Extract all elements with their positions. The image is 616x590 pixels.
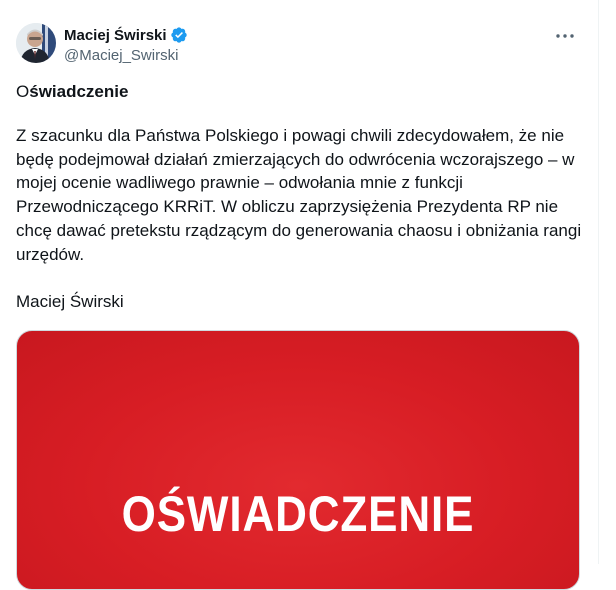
more-options-button[interactable] xyxy=(552,25,578,47)
tweet-media-image[interactable]: OŚWIADCZENIE xyxy=(16,330,580,590)
author-display-name[interactable]: Maciej Świrski xyxy=(64,27,167,44)
profile-photo xyxy=(16,23,56,63)
tweet-header: Maciej Świrski @Maciej_Swirski xyxy=(16,23,578,67)
tweet-card: Maciej Świrski @Maciej_Swirski Oświadcze… xyxy=(0,0,599,590)
author-handle[interactable]: @Maciej_Swirski xyxy=(64,47,188,64)
tweet-body: Z szacunku dla Państwa Polskiego i powag… xyxy=(16,125,582,264)
author-block: Maciej Świrski @Maciej_Swirski xyxy=(64,25,188,64)
verified-badge-icon[interactable] xyxy=(170,26,188,44)
name-row: Maciej Świrski xyxy=(64,25,188,45)
avatar[interactable] xyxy=(16,23,56,63)
media-title: OŚWIADCZENIE xyxy=(121,486,475,542)
tweet-text: Oświadczenie Z szacunku dla Państwa Pols… xyxy=(16,80,588,313)
more-horizontal-icon xyxy=(556,34,574,38)
tweet-title-first-char: O xyxy=(16,82,30,101)
tweet-title-rest: świadczenie xyxy=(29,82,129,101)
tweet-signature: Maciej Świrski xyxy=(16,291,124,311)
tweet-title: Oświadczenie xyxy=(16,80,588,104)
